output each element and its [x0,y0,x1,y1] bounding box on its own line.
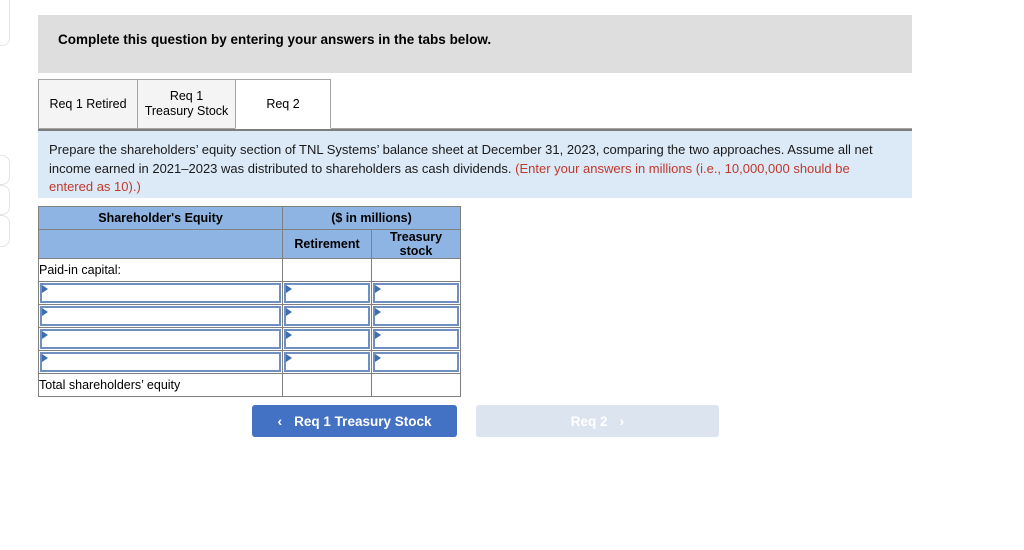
retirement-field-row-4[interactable] [284,352,370,372]
tab-req-1-retired[interactable]: Req 1 Retired [38,79,138,129]
account-select-field-row-2[interactable] [40,306,281,326]
tab-label: Req 1 Retired [49,96,127,111]
table-header-row-1: Shareholder's Equity ($ in millions) [38,206,461,230]
retirement-field-row-1[interactable] [284,283,370,303]
treasury-field-row-1[interactable] [373,283,459,303]
header-units: ($ in millions) [282,206,461,230]
dropdown-arrow-icon[interactable] [42,331,48,339]
account-select-row-4[interactable] [38,350,283,374]
offscreen-panel-mid-1 [0,155,10,185]
treasury-input-row-3[interactable] [371,327,461,351]
table-row [38,350,461,374]
tab-req-1-treasury-stock[interactable]: Req 1 Treasury Stock [137,79,236,129]
offscreen-panel-mid-2 [0,185,10,215]
offscreen-panel-mid-3 [0,215,10,247]
total-retirement-value [282,373,372,397]
account-select-row-2[interactable] [38,304,283,328]
header-shareholders-equity: Shareholder's Equity [38,206,283,230]
next-requirement-label: Req 2 [570,413,608,429]
section-retirement-blank [282,258,372,282]
retirement-input-row-2[interactable] [282,304,372,328]
treasury-input-row-1[interactable] [371,281,461,305]
dropdown-arrow-icon[interactable] [42,285,48,293]
tab-req-2[interactable]: Req 2 [235,79,331,129]
retirement-input-row-3[interactable] [282,327,372,351]
tab-label: Req 1 Treasury Stock [144,89,229,118]
instruction-banner-text: Complete this question by entering your … [58,32,492,47]
dropdown-arrow-icon[interactable] [286,285,292,293]
tab-label: Req 2 [266,96,300,111]
treasury-field-row-2[interactable] [373,306,459,326]
requirement-text: Prepare the shareholders’ equity section… [49,141,879,197]
chevron-left-icon: ‹ [277,413,283,429]
header-spacer [38,229,283,259]
total-row: Total shareholders’ equity [38,373,461,397]
dropdown-arrow-icon[interactable] [42,354,48,362]
dropdown-arrow-icon[interactable] [286,308,292,316]
dropdown-arrow-icon[interactable] [375,331,381,339]
question-workspace: Complete this question by entering your … [0,0,1024,550]
section-row-paid-in-capital: Paid-in capital: [38,258,461,282]
table-row [38,327,461,351]
requirement-panel: Prepare the shareholders’ equity section… [38,129,912,198]
section-treasury-blank [371,258,461,282]
table-header-row-2: Retirement Treasury stock [38,229,461,259]
offscreen-panel-top [0,0,10,46]
section-label-paid-in-capital: Paid-in capital: [38,258,283,282]
chevron-right-icon: › [619,413,625,429]
retirement-field-row-3[interactable] [284,329,370,349]
table-row [38,304,461,328]
account-select-field-row-1[interactable] [40,283,281,303]
dropdown-arrow-icon[interactable] [42,308,48,316]
retirement-input-row-1[interactable] [282,281,372,305]
account-select-field-row-4[interactable] [40,352,281,372]
dropdown-arrow-icon[interactable] [375,308,381,316]
prev-requirement-label: Req 1 Treasury Stock [294,413,432,429]
total-label: Total shareholders’ equity [38,373,283,397]
tab-bar: Req 1 Retired Req 1 Treasury Stock Req 2 [38,79,912,129]
instruction-banner: Complete this question by entering your … [38,15,912,73]
treasury-field-row-3[interactable] [373,329,459,349]
account-select-field-row-3[interactable] [40,329,281,349]
retirement-field-row-2[interactable] [284,306,370,326]
retirement-input-row-4[interactable] [282,350,372,374]
treasury-input-row-4[interactable] [371,350,461,374]
next-requirement-button[interactable]: Req 2 › [476,405,719,437]
account-select-row-1[interactable] [38,281,283,305]
dropdown-arrow-icon[interactable] [286,354,292,362]
table-row [38,281,461,305]
treasury-input-row-2[interactable] [371,304,461,328]
prev-requirement-button[interactable]: ‹ Req 1 Treasury Stock [252,405,457,437]
account-select-row-3[interactable] [38,327,283,351]
treasury-field-row-4[interactable] [373,352,459,372]
header-retirement: Retirement [282,229,372,259]
dropdown-arrow-icon[interactable] [286,331,292,339]
header-treasury-stock: Treasury stock [371,229,461,259]
shareholders-equity-worksheet: Shareholder's Equity ($ in millions) Ret… [38,206,461,397]
dropdown-arrow-icon[interactable] [375,354,381,362]
total-treasury-value [371,373,461,397]
dropdown-arrow-icon[interactable] [375,285,381,293]
